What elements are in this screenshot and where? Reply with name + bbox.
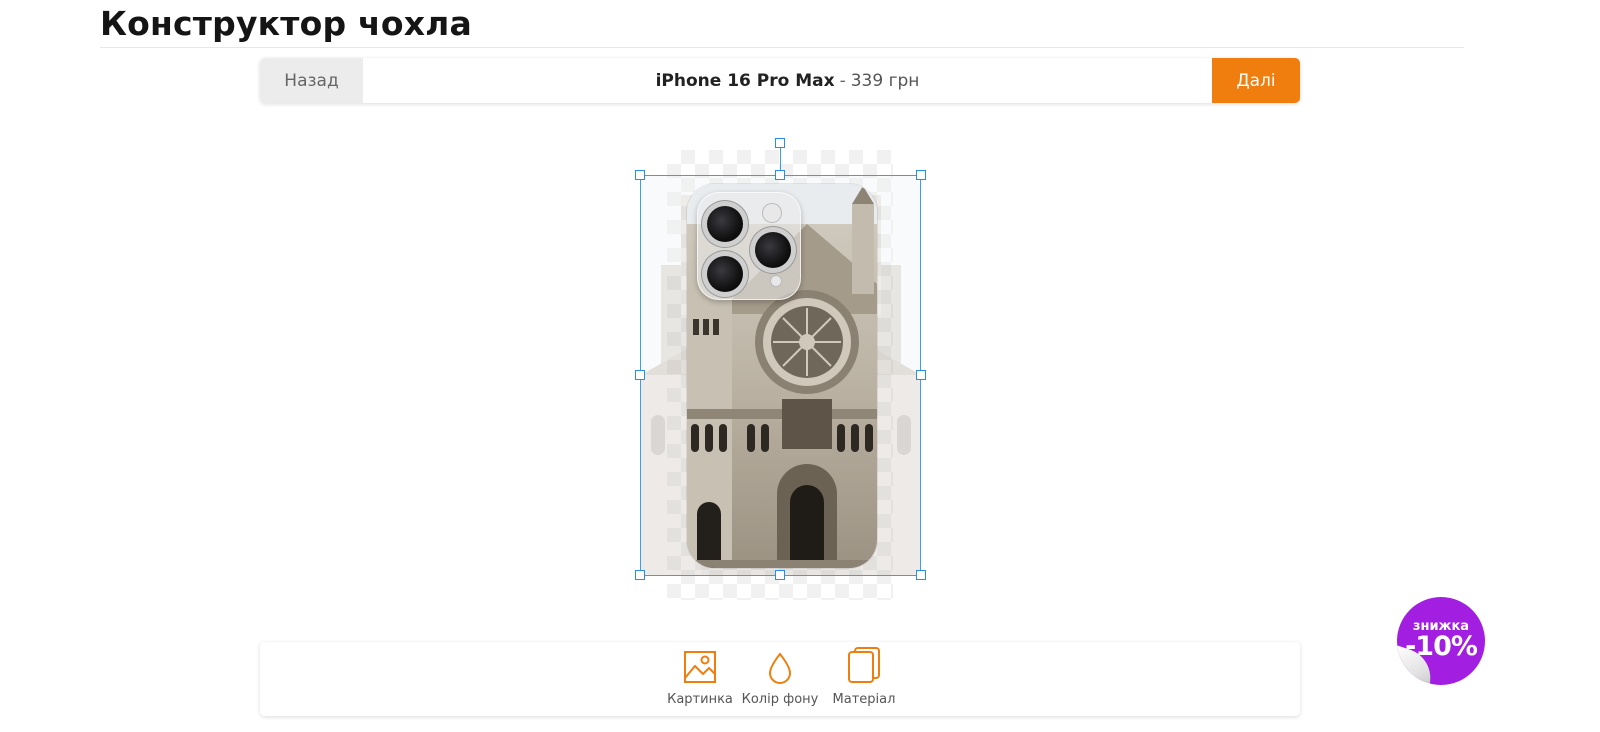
resize-handle-bottom-left[interactable] [635, 570, 645, 580]
tool-material[interactable]: Матеріал [826, 642, 902, 716]
resize-handle-top[interactable] [775, 170, 785, 180]
resize-handle-bottom[interactable] [775, 570, 785, 580]
camera-sensor-icon [771, 276, 781, 286]
resize-handle-top-left[interactable] [635, 170, 645, 180]
product-price: 339 грн [850, 70, 920, 91]
title-divider [100, 47, 1464, 48]
resize-handle-top-right[interactable] [916, 170, 926, 180]
discount-badge[interactable]: знижка -10% [1397, 597, 1485, 685]
tools-bar: Картинка Колір фону Матеріал [260, 642, 1300, 716]
rotate-handle[interactable] [775, 138, 785, 148]
camera-lens-icon [707, 206, 743, 242]
tool-material-label: Матеріал [832, 692, 896, 707]
resize-handle-left[interactable] [635, 370, 645, 380]
camera-lens-icon [755, 232, 791, 268]
constructor-toolbar: Назад iPhone 16 Pro Max - 339 грн Далі [260, 58, 1300, 103]
product-model: iPhone 16 Pro Max [655, 70, 835, 91]
camera-module [697, 192, 801, 300]
product-info: iPhone 16 Pro Max - 339 грн [363, 58, 1212, 103]
resize-handle-bottom-right[interactable] [916, 570, 926, 580]
back-button[interactable]: Назад [260, 58, 363, 103]
tool-image[interactable]: Картинка [662, 642, 738, 716]
page-title: Конструктор чохла [100, 4, 473, 43]
resize-handle-right[interactable] [916, 370, 926, 380]
material-layers-icon [847, 642, 881, 686]
camera-lens-icon [707, 256, 743, 292]
droplet-icon [768, 642, 792, 686]
camera-flash-icon [763, 204, 781, 222]
tool-image-label: Картинка [667, 692, 733, 707]
product-separator: - [839, 70, 846, 91]
discount-badge-value: -10% [1405, 630, 1478, 662]
image-icon [683, 642, 717, 686]
tool-background-color-label: Колір фону [741, 692, 819, 707]
next-button[interactable]: Далі [1212, 58, 1300, 103]
tool-background-color[interactable]: Колір фону [742, 642, 818, 716]
